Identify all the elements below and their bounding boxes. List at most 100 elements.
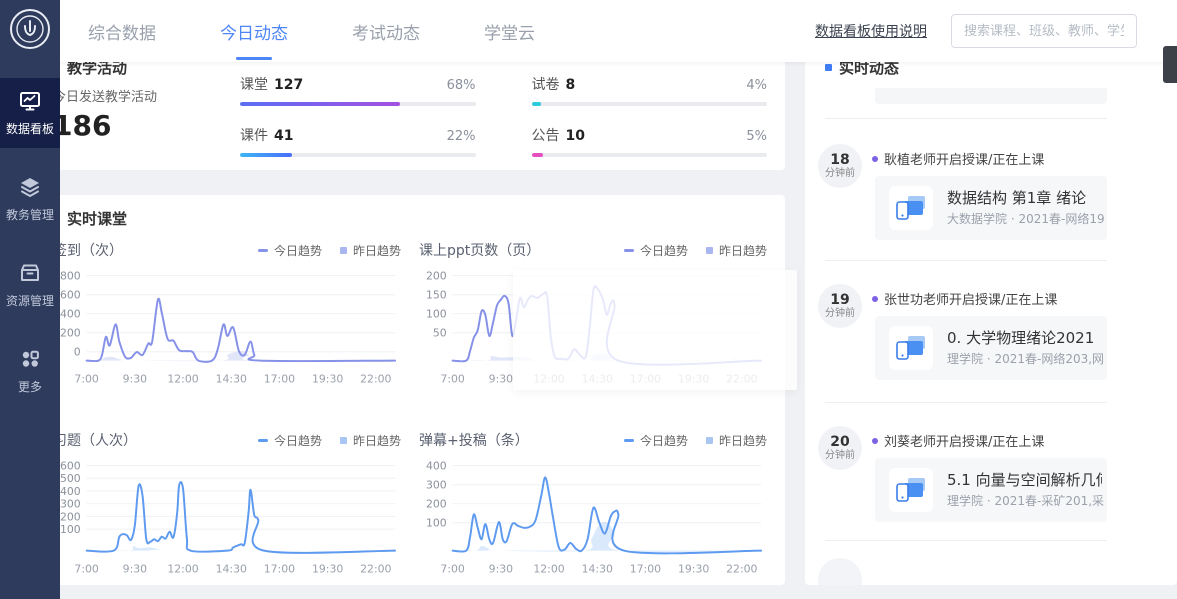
- sidebar-menu: 数据看板 教务管理 资源管理 更多: [0, 78, 60, 406]
- stat-value: 127: [274, 77, 303, 93]
- tab-exams[interactable]: 考试动态: [352, 19, 420, 44]
- divider: [825, 540, 1107, 541]
- sidebar-item-label: 资源管理: [0, 292, 60, 309]
- teaching-activity-card: 教学活动 今日发送教学活动 186 课堂12768% 试卷84% 课件4122%…: [35, 44, 785, 170]
- svg-text:300: 300: [60, 498, 81, 511]
- chart-title: 课上ppt页数（页）: [419, 240, 540, 260]
- svg-text:100: 100: [60, 523, 81, 536]
- chart-legend[interactable]: 今日趋势 昨日趋势: [624, 242, 767, 259]
- svg-text:14:30: 14:30: [582, 562, 613, 575]
- feed-item: 18 分钟前 耿植老师开启授课/正在上课 数据结构 第1章 绪论 大数据学院 ·…: [805, 144, 1177, 260]
- layers-icon: [0, 175, 60, 201]
- event-dot-icon: [872, 438, 878, 444]
- dashboard-help-link[interactable]: 数据看板使用说明: [815, 21, 927, 41]
- sidebar-item-more[interactable]: 更多: [0, 336, 60, 406]
- stat-label: 试卷: [532, 77, 560, 93]
- checkin-line-chart[interactable]: 02004006008007:009:3012:0014:3017:0019:3…: [53, 265, 401, 399]
- danmaku-line-chart[interactable]: 1002003004007:009:3012:0014:3017:0019:30…: [419, 455, 767, 589]
- svg-text:12:00: 12:00: [533, 562, 564, 575]
- stat-announcement: 公告105%: [532, 125, 768, 157]
- time-unit: 分钟前: [825, 168, 855, 180]
- svg-text:600: 600: [60, 289, 81, 302]
- dashboard-page: 数据看板 教务管理 资源管理 更多: [0, 0, 1177, 599]
- svg-text:17:00: 17:00: [630, 562, 661, 575]
- progress-fill: [532, 153, 544, 157]
- stat-percent: 4%: [746, 78, 767, 93]
- legend-today-label: 今日趋势: [274, 432, 322, 449]
- legend-today-label: 今日趋势: [274, 242, 322, 259]
- stat-courseware: 课件4122%: [240, 125, 476, 157]
- stat-exam: 试卷84%: [532, 74, 768, 106]
- time-badge: 20 分钟前: [818, 426, 862, 470]
- tab-today[interactable]: 今日动态: [220, 19, 288, 44]
- next-item-time-badge: [818, 558, 862, 585]
- stat-label: 公告: [532, 128, 560, 144]
- svg-text:100: 100: [426, 517, 447, 530]
- course-meta: 理学院 · 2021春-采矿201,采...: [947, 492, 1105, 509]
- yesterday-area-mark: [340, 247, 347, 254]
- feed-item: 20 分钟前 刘葵老师开启授课/正在上课 5.1 向量与空间解析几何... 理学…: [805, 426, 1177, 542]
- sidebar-item-data-board[interactable]: 数据看板: [0, 78, 60, 148]
- progress-track: [532, 153, 768, 157]
- svg-text:200: 200: [426, 498, 447, 511]
- svg-text:14:30: 14:30: [216, 562, 247, 575]
- chart-legend[interactable]: 今日趋势 昨日趋势: [258, 242, 401, 259]
- tab-overview[interactable]: 综合数据: [88, 19, 156, 44]
- svg-text:7:00: 7:00: [74, 372, 98, 385]
- svg-text:17:00: 17:00: [264, 372, 295, 385]
- tab-xuetangyun[interactable]: 学堂云: [484, 19, 535, 44]
- today-line-mark: [258, 439, 268, 442]
- svg-text:22:00: 22:00: [360, 562, 391, 575]
- svg-text:14:30: 14:30: [216, 372, 247, 385]
- course-title: 5.1 向量与空间解析几何...: [947, 469, 1102, 490]
- svg-text:19:30: 19:30: [312, 372, 343, 385]
- course-card[interactable]: 0. 大学物理绪论2021 理学院 · 2021春-网络203,网...: [875, 316, 1107, 380]
- svg-text:9:30: 9:30: [489, 562, 513, 575]
- stat-percent: 22%: [447, 129, 476, 144]
- dashboard-monitor-icon: [0, 89, 60, 115]
- stat-value: 41: [274, 128, 293, 144]
- divider: [825, 402, 1107, 403]
- svg-text:400: 400: [60, 485, 81, 498]
- nav-tabs: 综合数据 今日动态 考试动态 学堂云: [60, 19, 535, 44]
- chart-legend[interactable]: 今日趋势 昨日趋势: [624, 432, 767, 449]
- course-meta: 大数据学院 · 2021春-网络19...: [947, 210, 1105, 227]
- previous-item-stub: [875, 88, 1107, 104]
- course-card[interactable]: 5.1 向量与空间解析几何... 理学院 · 2021春-采矿201,采...: [875, 458, 1107, 522]
- svg-text:19:30: 19:30: [678, 562, 709, 575]
- archive-box-icon: [0, 261, 60, 287]
- course-title: 数据结构 第1章 绪论: [947, 187, 1102, 208]
- stat-percent: 68%: [447, 78, 476, 93]
- chart-legend[interactable]: 今日趋势 昨日趋势: [258, 432, 401, 449]
- search-input[interactable]: [951, 14, 1137, 48]
- svg-text:400: 400: [60, 308, 81, 321]
- courseware-icon: [889, 326, 933, 370]
- courseware-icon: [889, 186, 933, 230]
- progress-fill: [532, 102, 541, 106]
- exercises-line-chart[interactable]: 1002003004005006007:009:3012:0014:3017:0…: [53, 455, 401, 589]
- course-card[interactable]: 数据结构 第1章 绪论 大数据学院 · 2021春-网络19...: [875, 176, 1107, 240]
- time-unit: 分钟前: [825, 308, 855, 320]
- svg-text:300: 300: [426, 479, 447, 492]
- sidebar-item-label: 更多: [0, 378, 60, 395]
- chart-title: 习题（人次）: [53, 430, 137, 450]
- svg-text:200: 200: [60, 327, 81, 340]
- time-number: 18: [830, 153, 849, 168]
- chart-tooltip-overlay: [513, 270, 797, 390]
- svg-text:100: 100: [426, 308, 447, 321]
- time-badge: 18 分钟前: [818, 144, 862, 188]
- today-line-mark: [624, 439, 634, 442]
- svg-text:600: 600: [60, 460, 81, 473]
- sidebar-item-resource-admin[interactable]: 资源管理: [0, 250, 60, 320]
- sidebar-item-label: 数据看板: [0, 120, 60, 137]
- summary-value: 186: [53, 109, 157, 142]
- time-badge: 19 分钟前: [818, 284, 862, 328]
- svg-text:9:30: 9:30: [123, 372, 147, 385]
- sidebar-item-academic-admin[interactable]: 教务管理: [0, 164, 60, 234]
- section-title-row: 实时课堂: [35, 195, 785, 229]
- svg-text:22:00: 22:00: [726, 562, 757, 575]
- progress-fill: [240, 102, 400, 106]
- realtime-classroom-card: 实时课堂 签到（次） 今日趋势 昨日趋势 02004006008007:009:…: [35, 195, 785, 585]
- chart-checkin: 签到（次） 今日趋势 昨日趋势 02004006008007:009:3012:…: [53, 239, 401, 399]
- course-title: 0. 大学物理绪论2021: [947, 327, 1102, 348]
